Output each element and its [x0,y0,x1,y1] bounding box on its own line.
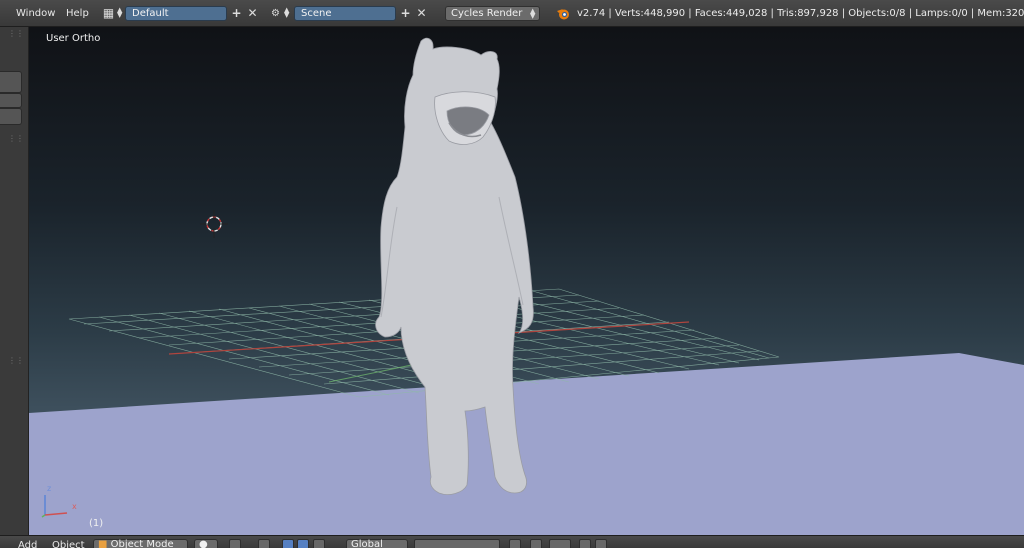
layer-lock-icon[interactable] [509,539,521,548]
orientation-dropdown[interactable]: Global [346,539,408,548]
proportional-edit-icon[interactable] [530,539,542,548]
mode-dropdown[interactable]: ■ Object Mode [93,539,188,548]
scale-manipulator-icon[interactable] [313,539,325,548]
menu-help[interactable]: Help [66,8,89,19]
toolshelf-tab-3[interactable] [0,108,22,125]
3d-view-header: Add Object ■ Object Mode ● Global [0,535,1024,548]
screen-layout-field[interactable]: Default [125,6,227,21]
viewport-shading-dropdown[interactable]: ● [194,539,218,548]
rotate-manipulator-icon[interactable] [297,539,309,548]
manipulator-icon[interactable] [258,539,270,548]
menu-object[interactable]: Object [52,540,85,548]
view-name-label: User Ortho [46,33,101,44]
render-preview-icon[interactable] [579,539,591,548]
cube-icon: ■ [98,539,108,548]
add-layout-icon[interactable]: + [229,6,244,21]
screen-layout-arrows-icon[interactable]: ▲ ▼ [117,7,122,19]
scene-icon[interactable]: ⚙ [268,6,283,21]
pivot-point-icon[interactable] [229,539,241,548]
render-engine-dropdown[interactable]: Cycles Render ▲ ▼ [445,6,540,21]
scene-stats: v2.74 | Verts:448,990 | Faces:449,028 | … [577,8,1024,19]
render-engine-label: Cycles Render [451,8,523,19]
viewport-scene: z x [29,37,1024,535]
info-header: Window Help ▦ ▲ ▼ Default + ✕ ⚙ ▲ ▼ Scene … [0,0,1024,27]
clapper-icon[interactable] [595,539,607,548]
frame-object-label: (1) [89,518,104,529]
region-grip-icon[interactable]: ⋮⋮ [8,135,24,143]
floor-plane [29,353,1024,535]
orientation-label: Global [351,539,383,548]
remove-layout-icon[interactable]: ✕ [245,6,260,21]
scene-field[interactable]: Scene [294,6,396,21]
3d-cursor [200,210,228,238]
layers-grid-icon[interactable] [414,539,500,548]
toolshelf-tab-1[interactable] [0,71,22,93]
region-grip-icon[interactable]: ⋮⋮ [8,30,24,38]
menu-window[interactable]: Window [16,8,55,19]
falloff-dropdown-icon[interactable] [549,539,571,548]
toolshelf-strip: ⋮⋮ ⋮⋮ ⋮⋮ [0,27,29,535]
translate-manipulator-icon[interactable] [282,539,294,548]
add-scene-icon[interactable]: + [398,6,413,21]
3d-viewport[interactable]: z x [29,27,1024,535]
menu-add[interactable]: Add [18,540,37,548]
blender-logo-icon [557,9,569,20]
gizmo-x-label: x [72,502,77,511]
mode-label: Object Mode [110,539,174,548]
screen-layout-icon[interactable]: ▦ [101,6,116,21]
remove-scene-icon[interactable]: ✕ [414,6,429,21]
dropdown-arrows-icon: ▲ ▼ [530,7,536,20]
toolshelf-tab-2[interactable] [0,93,22,108]
scene-arrows-icon[interactable]: ▲ ▼ [284,7,289,19]
shading-sphere-icon: ● [199,539,208,548]
gizmo-z-label: z [47,484,51,493]
region-grip-icon[interactable]: ⋮⋮ [8,357,24,365]
